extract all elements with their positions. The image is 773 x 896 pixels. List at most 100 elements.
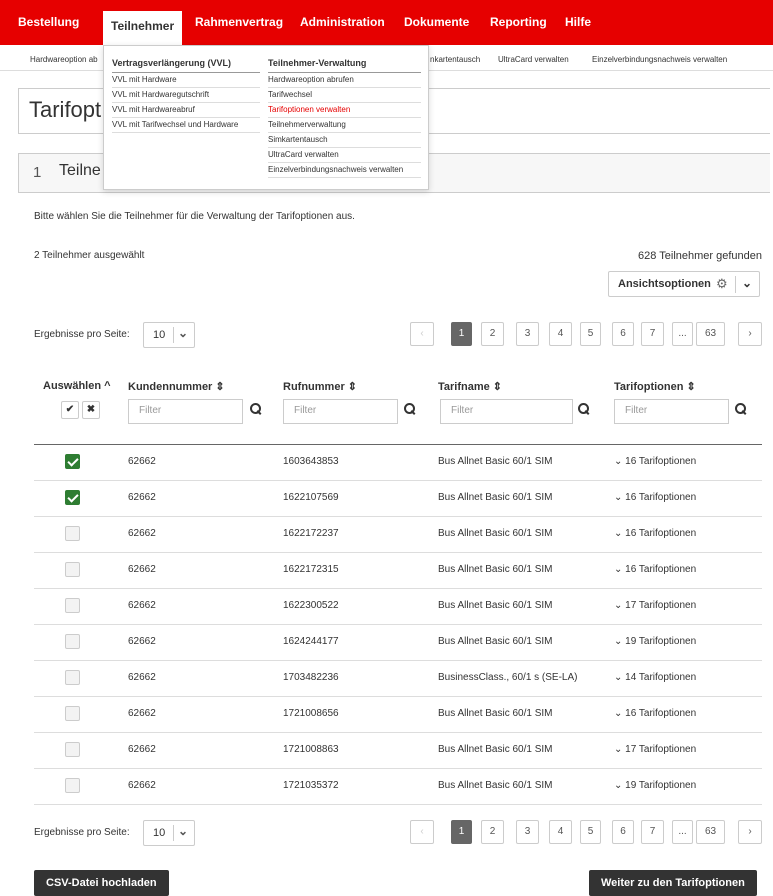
row-checkbox[interactable] bbox=[65, 670, 80, 685]
cell-kundennummer: 62662 bbox=[128, 528, 156, 539]
nav-item-administration[interactable]: Administration bbox=[300, 0, 385, 45]
cell-tarifoptionen-toggle[interactable]: ⌄ 19 Tarifoptionen bbox=[614, 780, 696, 791]
pagination-page-2[interactable]: 2 bbox=[481, 820, 504, 844]
pagination-page-7[interactable]: 7 bbox=[641, 820, 664, 844]
per-page-select-bottom[interactable]: 10 ⌄ bbox=[143, 820, 195, 846]
search-icon[interactable] bbox=[404, 403, 416, 415]
column-header-rufnummer[interactable]: Rufnummer ⇕ bbox=[283, 380, 357, 393]
view-options-button[interactable]: Ansichtsoptionen ⚙ ⌄ bbox=[608, 271, 760, 297]
search-icon[interactable] bbox=[578, 403, 590, 415]
nav-item-teilnehmer[interactable]: Teilnehmer bbox=[103, 11, 183, 45]
cell-tarifoptionen-toggle[interactable]: ⌄ 16 Tarifoptionen bbox=[614, 528, 696, 539]
column-header-tarifname[interactable]: Tarifname ⇕ bbox=[438, 380, 502, 393]
per-page-label-bottom: Ergebnisse pro Seite: bbox=[34, 827, 130, 838]
menu-item-simkartentausch[interactable]: Simkartentausch bbox=[268, 133, 421, 148]
column-header-auswaehlen[interactable]: Auswählen ^ bbox=[43, 380, 111, 392]
row-checkbox[interactable] bbox=[65, 454, 80, 469]
nav-item-bestellung[interactable]: Bestellung bbox=[18, 0, 79, 45]
nav-item-dokumente[interactable]: Dokumente bbox=[404, 0, 469, 45]
subnav-item-simkartentausch[interactable]: nkartentausch bbox=[430, 55, 480, 64]
table-row[interactable]: 62662 1624244177 Bus Allnet Basic 60/1 S… bbox=[34, 625, 762, 661]
cell-tarifoptionen-toggle[interactable]: ⌄ 19 Tarifoptionen bbox=[614, 636, 696, 647]
subnav-item-einzelverbindungsnachweis[interactable]: Einzelverbindungsnachweis verwalten bbox=[592, 55, 727, 64]
cell-tarifoptionen-toggle[interactable]: ⌄ 16 Tarifoptionen bbox=[614, 564, 696, 575]
menu-item-vvl-hardware[interactable]: VVL mit Hardware bbox=[112, 73, 260, 88]
cell-rufnummer: 1721035372 bbox=[283, 780, 339, 791]
cell-tarifname: Bus Allnet Basic 60/1 SIM bbox=[438, 708, 553, 719]
filter-tarifname-input[interactable]: Filter bbox=[440, 399, 573, 424]
search-icon[interactable] bbox=[250, 403, 262, 415]
menu-item-tarifoptionen-verwalten[interactable]: Tarifoptionen verwalten bbox=[268, 103, 421, 118]
pagination-page-3[interactable]: 3 bbox=[516, 322, 539, 346]
table-row[interactable]: 62662 1622172237 Bus Allnet Basic 60/1 S… bbox=[34, 517, 762, 553]
row-checkbox[interactable] bbox=[65, 526, 80, 541]
pagination-next-button[interactable]: › bbox=[738, 322, 762, 346]
cell-tarifoptionen-toggle[interactable]: ⌄ 17 Tarifoptionen bbox=[614, 744, 696, 755]
column-header-kundennummer[interactable]: Kundennummer ⇕ bbox=[128, 380, 225, 393]
pagination-prev-button[interactable]: ‹ bbox=[410, 820, 434, 844]
row-checkbox[interactable] bbox=[65, 562, 80, 577]
menu-item-teilnehmerverwaltung[interactable]: Teilnehmerverwaltung bbox=[268, 118, 421, 133]
cell-tarifoptionen-toggle[interactable]: ⌄ 14 Tarifoptionen bbox=[614, 672, 696, 683]
per-page-select-top[interactable]: 10 ⌄ bbox=[143, 322, 195, 348]
pagination-page-4[interactable]: 4 bbox=[549, 820, 572, 844]
table-row[interactable]: 62662 1603643853 Bus Allnet Basic 60/1 S… bbox=[34, 445, 762, 481]
table-row[interactable]: 62662 1721035372 Bus Allnet Basic 60/1 S… bbox=[34, 769, 762, 805]
cell-tarifoptionen-toggle[interactable]: ⌄ 16 Tarifoptionen bbox=[614, 492, 696, 503]
pagination-prev-button[interactable]: ‹ bbox=[410, 322, 434, 346]
pagination-page-7[interactable]: 7 bbox=[641, 322, 664, 346]
table-row[interactable]: 62662 1622107569 Bus Allnet Basic 60/1 S… bbox=[34, 481, 762, 517]
table-row[interactable]: 62662 1721008656 Bus Allnet Basic 60/1 S… bbox=[34, 697, 762, 733]
table-row[interactable]: 62662 1703482236 BusinessClass., 60/1 s … bbox=[34, 661, 762, 697]
menu-item-vvl-hardwaregutschrift[interactable]: VVL mit Hardwaregutschrift bbox=[112, 88, 260, 103]
menu-item-hardwareoption-abrufen[interactable]: Hardwareoption abrufen bbox=[268, 73, 421, 88]
subnav-item-ultracard[interactable]: UltraCard verwalten bbox=[498, 55, 569, 64]
pagination-page-63[interactable]: 63 bbox=[696, 820, 725, 844]
nav-item-hilfe[interactable]: Hilfe bbox=[565, 0, 591, 45]
row-checkbox[interactable] bbox=[65, 598, 80, 613]
nav-item-rahmenvertrag[interactable]: Rahmenvertrag bbox=[195, 0, 283, 45]
pagination-page-5[interactable]: 5 bbox=[580, 322, 601, 346]
per-page-label-top: Ergebnisse pro Seite: bbox=[34, 329, 130, 340]
cell-tarifoptionen-toggle[interactable]: ⌄ 16 Tarifoptionen bbox=[614, 708, 696, 719]
column-header-tarifoptionen[interactable]: Tarifoptionen ⇕ bbox=[614, 380, 696, 393]
pagination-page-2[interactable]: 2 bbox=[481, 322, 504, 346]
filter-rufnummer-input[interactable]: Filter bbox=[283, 399, 398, 424]
pagination-page-1[interactable]: 1 bbox=[451, 322, 472, 346]
nav-item-reporting[interactable]: Reporting bbox=[490, 0, 547, 45]
deselect-all-button[interactable]: ✖ bbox=[82, 401, 100, 419]
row-checkbox[interactable] bbox=[65, 742, 80, 757]
table-row[interactable]: 62662 1622300522 Bus Allnet Basic 60/1 S… bbox=[34, 589, 762, 625]
row-checkbox[interactable] bbox=[65, 490, 80, 505]
next-to-tariff-options-button[interactable]: Weiter zu den Tarifoptionen bbox=[589, 870, 757, 896]
menu-item-einzelverbindungsnachweis-verwalten[interactable]: Einzelverbindungsnachweis verwalten bbox=[268, 163, 421, 178]
cell-rufnummer: 1721008863 bbox=[283, 744, 339, 755]
pagination-page-1[interactable]: 1 bbox=[451, 820, 472, 844]
cell-tarifname: Bus Allnet Basic 60/1 SIM bbox=[438, 780, 553, 791]
menu-item-vvl-hardwareabruf[interactable]: VVL mit Hardwareabruf bbox=[112, 103, 260, 118]
row-checkbox[interactable] bbox=[65, 706, 80, 721]
table-row[interactable]: 62662 1721008863 Bus Allnet Basic 60/1 S… bbox=[34, 733, 762, 769]
filter-kundennummer-input[interactable]: Filter bbox=[128, 399, 243, 424]
menu-item-tarifwechsel[interactable]: Tarifwechsel bbox=[268, 88, 421, 103]
row-checkbox[interactable] bbox=[65, 778, 80, 793]
select-all-button[interactable]: ✔ bbox=[61, 401, 79, 419]
search-icon[interactable] bbox=[735, 403, 747, 415]
row-checkbox[interactable] bbox=[65, 634, 80, 649]
pagination-page-6[interactable]: 6 bbox=[612, 820, 634, 844]
menu-item-vvl-tarifwechsel-hardware[interactable]: VVL mit Tarifwechsel und Hardware bbox=[112, 118, 260, 133]
pagination-page-4[interactable]: 4 bbox=[549, 322, 572, 346]
filter-tarifoptionen-input[interactable]: Filter bbox=[614, 399, 729, 424]
pagination-page-6[interactable]: 6 bbox=[612, 322, 634, 346]
cell-tarifoptionen-toggle[interactable]: ⌄ 17 Tarifoptionen bbox=[614, 600, 696, 611]
csv-upload-button[interactable]: CSV-Datei hochladen bbox=[34, 870, 169, 896]
pagination-page-5[interactable]: 5 bbox=[580, 820, 601, 844]
menu-item-ultracard-verwalten[interactable]: UltraCard verwalten bbox=[268, 148, 421, 163]
pagination-page-63[interactable]: 63 bbox=[696, 322, 725, 346]
pagination-next-button[interactable]: › bbox=[738, 820, 762, 844]
cell-tarifoptionen-toggle[interactable]: ⌄ 16 Tarifoptionen bbox=[614, 456, 696, 467]
table-row[interactable]: 62662 1622172315 Bus Allnet Basic 60/1 S… bbox=[34, 553, 762, 589]
cell-tarifname: BusinessClass., 60/1 s (SE-LA) bbox=[438, 672, 578, 683]
subnav-item-hardwareoption[interactable]: Hardwareoption ab bbox=[30, 55, 98, 64]
pagination-page-3[interactable]: 3 bbox=[516, 820, 539, 844]
